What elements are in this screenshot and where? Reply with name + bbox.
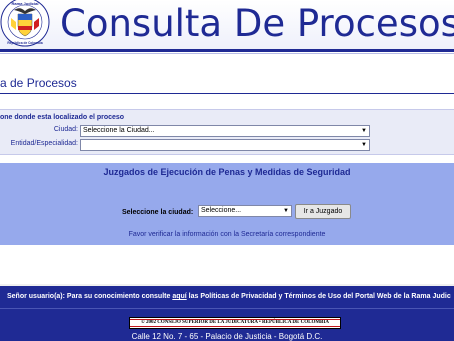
form-instruction: one donde esta localizado el proceso: [0, 114, 125, 121]
dropdown-arrow-icon: ▼: [361, 128, 367, 134]
copyright-badge: © 2002 CONSEJO SUPERIOR DE LA JUDICATURA…: [129, 317, 341, 329]
header-divider-thin: [0, 53, 454, 54]
entidad-label: Entidad/Especialidad:: [10, 140, 78, 147]
location-form: one donde esta localizado el proceso Ciu…: [0, 109, 454, 155]
privacy-notice-suffix: las Políticas de Privacidad y Términos d…: [186, 293, 451, 300]
app-title: Consulta De Procesos: [60, 2, 454, 45]
dropdown-arrow-icon: ▼: [361, 142, 367, 148]
footer: Señor usuario(a): Para su conocimiento c…: [0, 286, 454, 341]
juzgados-city-label: Seleccione la ciudad:: [122, 209, 194, 216]
privacy-notice: Señor usuario(a): Para su conocimiento c…: [7, 293, 451, 300]
juzgados-city-select-value: Seleccione...: [201, 207, 242, 214]
footer-rule: [0, 308, 454, 309]
dropdown-arrow-icon: ▼: [283, 208, 289, 214]
footer-address: Calle 12 No. 7 - 65 - Palacio de Justici…: [131, 332, 323, 341]
app-header: Rama Judicial República de Colombia Cons…: [0, 0, 454, 50]
ciudad-label: Ciudad:: [53, 126, 78, 133]
ciudad-select-value: Seleccione la Ciudad...: [83, 127, 155, 134]
entidad-select[interactable]: ▼: [80, 139, 370, 151]
verify-note: Favor verificar la información con la Se…: [128, 231, 326, 238]
seal-text-top: Rama Judicial: [12, 1, 39, 6]
page-title: a de Procesos: [0, 76, 77, 90]
rama-judicial-seal-icon: Rama Judicial República de Colombia: [0, 0, 50, 47]
juzgados-city-select[interactable]: Seleccione... ▼: [198, 205, 292, 217]
privacy-notice-link[interactable]: aquí: [172, 293, 186, 300]
ciudad-select[interactable]: Seleccione la Ciudad... ▼: [80, 125, 370, 137]
juzgados-panel: Juzgados de Ejecución de Penas y Medidas…: [0, 163, 454, 245]
header-divider: [0, 49, 454, 52]
ir-a-juzgado-button[interactable]: Ir a Juzgado: [295, 204, 351, 219]
title-divider: [0, 93, 454, 94]
privacy-notice-prefix: Señor usuario(a): Para su conocimiento c…: [7, 293, 173, 300]
juzgados-title: Juzgados de Ejecución de Penas y Medidas…: [103, 167, 351, 177]
seal-text-bottom: República de Colombia: [7, 41, 42, 45]
